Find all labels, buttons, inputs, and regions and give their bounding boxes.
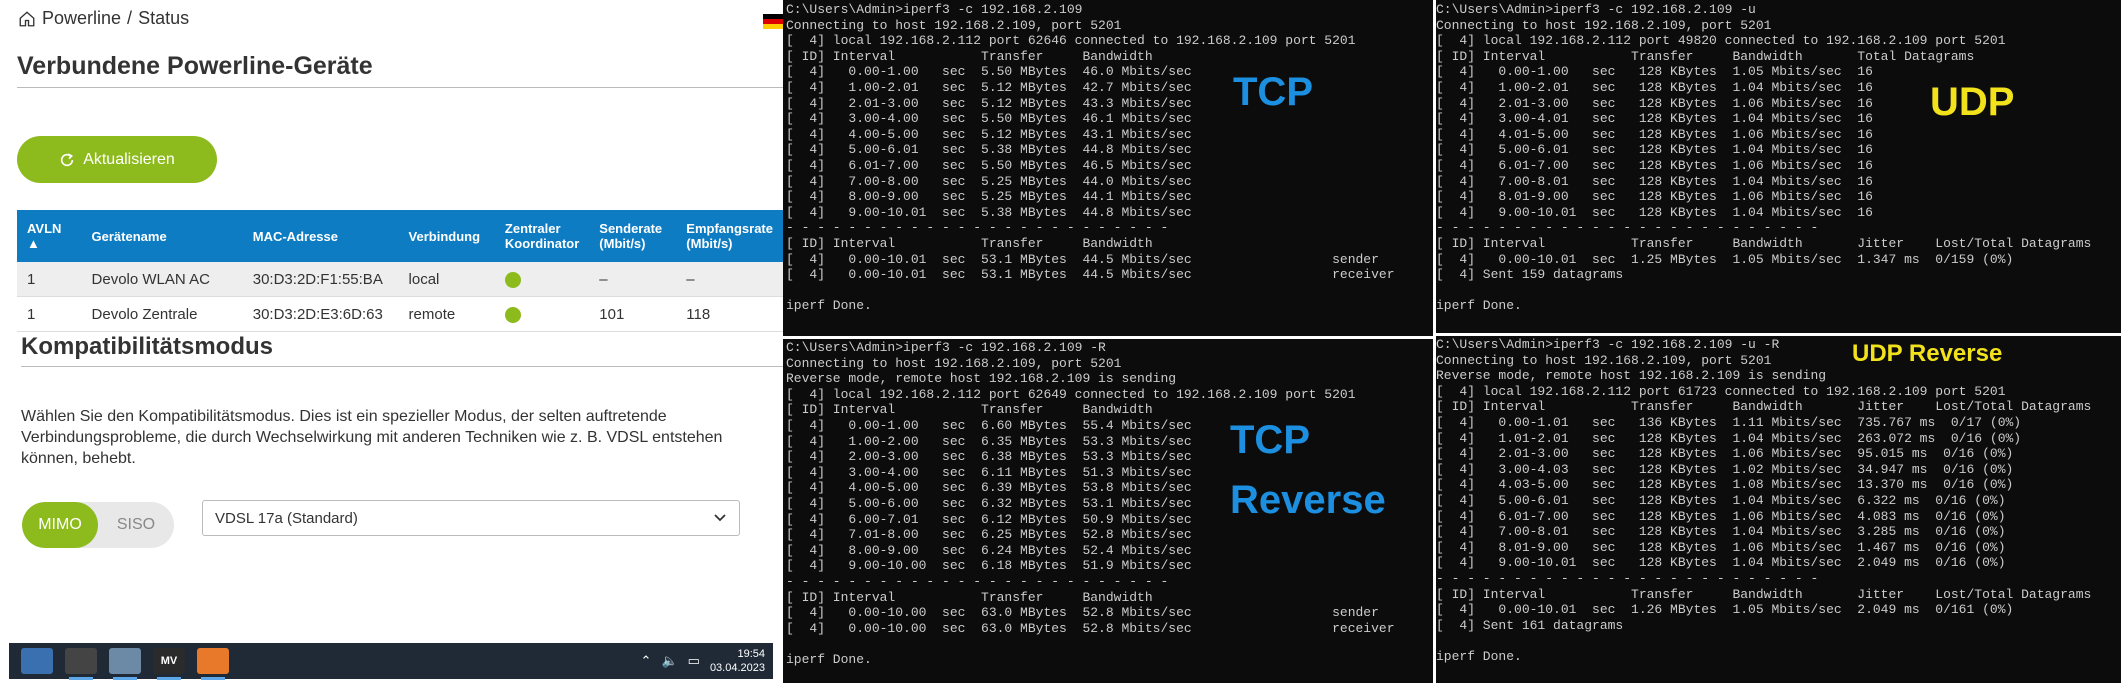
- terminal-udp: C:\Users\Admin>iperf3 -c 192.168.2.109 -…: [1433, 0, 2121, 335]
- sort-arrow-icon: ▲: [27, 236, 40, 251]
- label-udp: UDP: [1930, 80, 2015, 124]
- start-icon[interactable]: [21, 648, 53, 674]
- mode-siso-button[interactable]: SISO: [98, 502, 174, 548]
- cell-mac: 30:D3:2D:E3:6D:63: [242, 296, 399, 332]
- cell-coordinator: [494, 296, 590, 332]
- refresh-button-label: Aktualisieren: [83, 150, 175, 168]
- cell-receive-rate: –: [676, 262, 783, 297]
- terminal-udp-reverse-output: C:\Users\Admin>iperf3 -c 192.168.2.109 -…: [1436, 337, 2092, 664]
- breadcrumb: Powerline / Status: [18, 8, 189, 29]
- tray-chevron-up-icon[interactable]: ⌃: [641, 653, 652, 669]
- col-receive-rate[interactable]: Empfangsrate (Mbit/s): [676, 210, 783, 262]
- col-connection[interactable]: Verbindung: [398, 210, 495, 262]
- compat-divider: [21, 366, 783, 367]
- refresh-button[interactable]: Aktualisieren: [17, 136, 217, 183]
- cell-connection: remote: [398, 296, 495, 332]
- label-tcp: TCP: [1233, 70, 1313, 114]
- panel-separator: [783, 336, 1433, 339]
- coordinator-close-icon: [504, 271, 521, 288]
- col-send-rate[interactable]: Senderate (Mbit/s): [589, 210, 677, 262]
- table-header-row: AVLN ▲ Gerätename MAC-Adresse Verbindung …: [17, 210, 783, 262]
- breadcrumb-root[interactable]: Powerline: [42, 8, 121, 29]
- label-udp-reverse: UDP Reverse: [1852, 340, 2003, 367]
- panel-separator: [1433, 0, 1436, 683]
- table-row: 1 Devolo WLAN AC 30:D3:2D:F1:55:BA local…: [17, 262, 783, 297]
- page-title: Verbundene Powerline-Geräte: [17, 52, 373, 80]
- cell-receive-rate: 118: [676, 296, 783, 332]
- mode-mimo-button[interactable]: MIMO: [22, 502, 98, 548]
- devices-table: AVLN ▲ Gerätename MAC-Adresse Verbindung …: [17, 210, 783, 332]
- cell-device-name: Devolo Zentrale: [81, 296, 243, 332]
- compat-description: Wählen Sie den Kompatibilitätsmodus. Die…: [21, 408, 723, 467]
- cell-avln: 1: [17, 296, 82, 332]
- taskbar-app-film-icon[interactable]: [65, 648, 97, 680]
- terminal-tcp: C:\Users\Admin>iperf3 -c 192.168.2.109 C…: [783, 0, 1433, 338]
- cell-device-name: Devolo WLAN AC: [81, 262, 243, 297]
- cell-send-rate: 101: [589, 296, 677, 332]
- powerline-status-panel: Powerline / Status Verbundene Powerline-…: [0, 0, 783, 683]
- terminal-udp-output: C:\Users\Admin>iperf3 -c 192.168.2.109 -…: [1436, 2, 2092, 314]
- col-mac[interactable]: MAC-Adresse: [242, 210, 399, 262]
- system-tray: ⌃ 🔈 ▭ 19:54 03.04.2023: [641, 647, 765, 675]
- compat-mode-select[interactable]: VDSL 17a (Standard): [202, 500, 740, 536]
- label-tcp-reverse-line2: Reverse: [1230, 478, 1386, 522]
- taskbar-app-monitor-icon[interactable]: [109, 648, 141, 680]
- coordinator-check-icon: [504, 306, 521, 323]
- terminal-udp-reverse: C:\Users\Admin>iperf3 -c 192.168.2.109 -…: [1433, 335, 2121, 683]
- cell-coordinator: [494, 262, 590, 297]
- taskbar-app-mv-icon[interactable]: MV: [153, 648, 185, 680]
- taskbar-app-rss-icon[interactable]: [197, 648, 229, 680]
- col-avln[interactable]: AVLN ▲: [17, 210, 82, 262]
- col-device-name[interactable]: Gerätename: [81, 210, 243, 262]
- mode-toggle[interactable]: MIMO SISO: [22, 502, 174, 548]
- cell-avln: 1: [17, 262, 82, 297]
- taskbar-clock[interactable]: 19:54 03.04.2023: [710, 647, 765, 675]
- cell-send-rate: –: [589, 262, 677, 297]
- breadcrumb-current: Status: [138, 8, 190, 28]
- compat-title: Kompatibilitätsmodus: [21, 333, 274, 360]
- refresh-icon: [61, 152, 74, 166]
- terminal-tcp-output: C:\Users\Admin>iperf3 -c 192.168.2.109 C…: [786, 2, 1395, 314]
- label-tcp-reverse-line1: TCP: [1230, 418, 1310, 462]
- title-divider: [17, 87, 783, 88]
- cell-connection: local: [398, 262, 495, 297]
- clock-date: 03.04.2023: [709, 662, 765, 674]
- volume-icon[interactable]: 🔈: [661, 653, 677, 669]
- chevron-down-icon: [714, 514, 726, 522]
- panel-separator: [1436, 333, 2121, 336]
- home-icon[interactable]: [18, 10, 36, 28]
- table-row: 1 Devolo Zentrale 30:D3:2D:E3:6D:63 remo…: [17, 296, 783, 332]
- select-value: VDSL 17a (Standard): [215, 509, 358, 527]
- breadcrumb-separator: /: [127, 8, 133, 28]
- german-flag-icon[interactable]: [763, 14, 783, 29]
- taskbar: MV ⌃ 🔈 ▭ 19:54 03.04.2023: [9, 643, 773, 680]
- col-coordinator[interactable]: Zentraler Koordinator: [494, 210, 590, 262]
- network-icon[interactable]: ▭: [688, 653, 700, 669]
- cell-mac: 30:D3:2D:F1:55:BA: [242, 262, 399, 297]
- clock-time: 19:54: [737, 648, 765, 660]
